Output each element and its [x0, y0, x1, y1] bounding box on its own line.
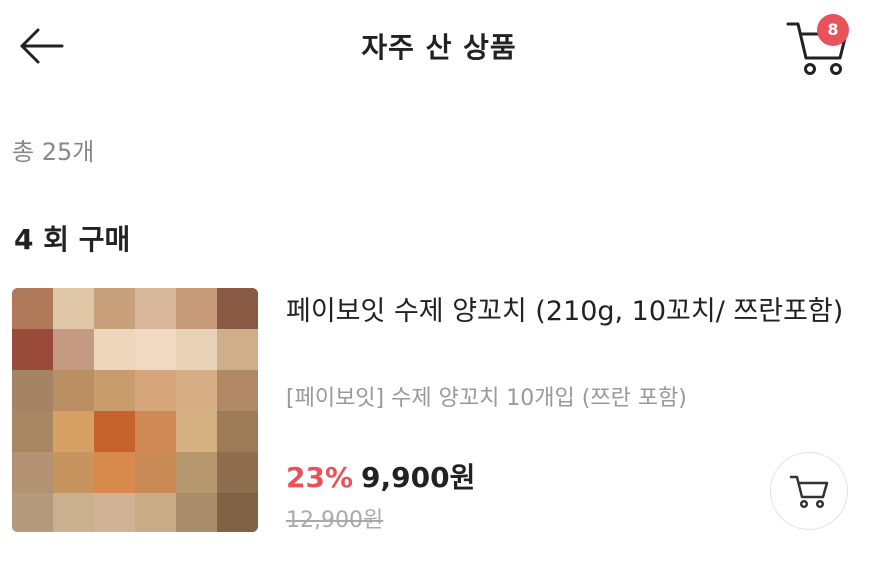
discount-rate: 23% [286, 461, 354, 494]
page-title: 자주 산 상품 [361, 31, 517, 64]
sale-price: 9,900원 [361, 461, 476, 494]
total-count: 총 25개 [12, 138, 95, 166]
product-name[interactable]: 페이보잇 수제 양꼬치 (210g, 10꼬치/ 쯔란포함) [286, 290, 846, 334]
product-image[interactable] [12, 288, 258, 532]
section-title: 4 회 구매 [14, 223, 131, 256]
cart-icon [789, 475, 829, 509]
product-subtitle: [페이보잇] 수제 양꼬치 10개입 (쯔란 포함) [286, 386, 687, 411]
cart-count-badge: 8 [817, 14, 849, 46]
price-row: 23% 9,900원 [286, 456, 475, 496]
original-price: 12,900원 [286, 508, 384, 533]
header: 자주 산 상품 8 [0, 0, 878, 92]
add-to-cart-button[interactable] [770, 452, 848, 530]
